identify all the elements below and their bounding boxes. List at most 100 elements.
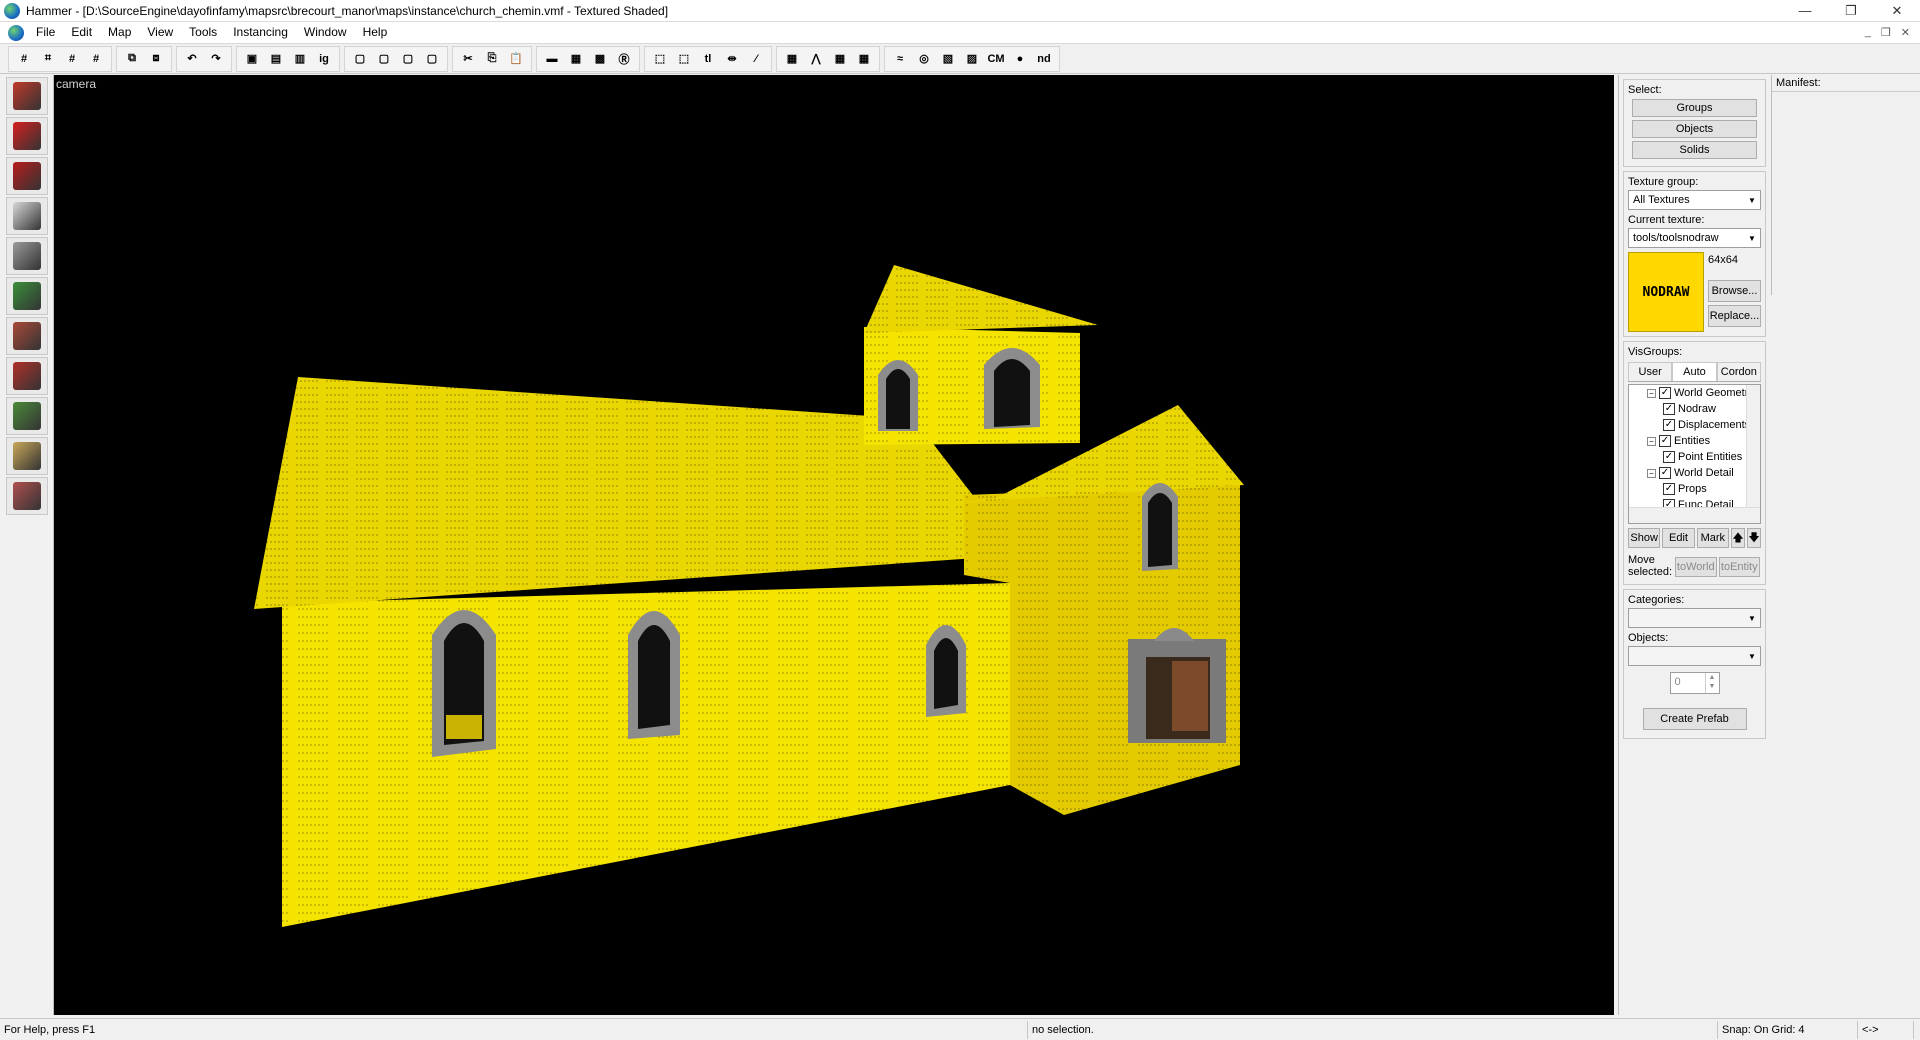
tab-cordon[interactable]: Cordon <box>1716 362 1761 381</box>
decal-tool[interactable] <box>6 357 48 395</box>
hide-selected-icon[interactable]: ▢ <box>349 48 371 70</box>
chevron-down-icon[interactable]: ▼ <box>1744 609 1760 627</box>
select-bounds-icon[interactable]: ⬚ <box>649 48 671 70</box>
visibility-checkbox[interactable]: ✓ <box>1659 467 1671 479</box>
prefab-count-spinner[interactable]: 0 ▲ ▼ <box>1669 672 1720 694</box>
document-icon[interactable] <box>8 24 24 41</box>
magnify-tool[interactable] <box>6 117 48 155</box>
move-down-icon[interactable]: 🡇 <box>1746 528 1761 548</box>
menu-edit[interactable]: Edit <box>63 22 100 43</box>
collapse-icon[interactable]: − <box>1647 388 1656 398</box>
current-texture-select[interactable]: tools/toolsnodraw ▼ <box>1628 228 1761 248</box>
grid-larger-icon[interactable]: # <box>85 48 107 70</box>
texture-application-tool[interactable] <box>6 277 48 315</box>
hollow-icon[interactable]: ▤ <box>265 48 287 70</box>
categories-select[interactable]: ▼ <box>1628 608 1761 628</box>
toggle-helpers-icon[interactable]: ▬ <box>541 48 563 70</box>
select-objects-button[interactable]: Objects <box>1632 120 1757 138</box>
visibility-checkbox[interactable]: ✓ <box>1663 419 1675 431</box>
copy-icon[interactable]: ⎘ <box>481 48 503 70</box>
toggle-models-icon[interactable]: ▩ <box>589 48 611 70</box>
tab-auto[interactable]: Auto <box>1672 362 1717 381</box>
select-solids-button[interactable]: Solids <box>1632 141 1757 159</box>
toggle-radius-icon[interactable]: Ⓡ <box>613 48 635 70</box>
menu-view[interactable]: View <box>139 22 181 43</box>
vertex-tool[interactable] <box>6 477 48 515</box>
redo-icon[interactable]: ↷ <box>205 48 227 70</box>
minimize-button[interactable]: — <box>1782 0 1828 22</box>
visgroup-tree-item[interactable]: − ✓ World Detail <box>1629 465 1760 481</box>
texture-lock-icon[interactable]: ▥ <box>289 48 311 70</box>
to-world-button[interactable]: toWorld <box>1675 557 1717 577</box>
grid-smaller-icon[interactable]: # <box>61 48 83 70</box>
restore-button[interactable]: ❐ <box>1828 0 1874 22</box>
spinner-arrows-icon[interactable]: ▲ ▼ <box>1704 673 1719 693</box>
visgroup-tree-item[interactable]: − ✓ World Geometry <box>1629 385 1760 401</box>
show-all-icon[interactable]: ▢ <box>397 48 419 70</box>
to-entity-button[interactable]: toEntity <box>1718 557 1760 577</box>
create-prefab-button[interactable]: Create Prefab <box>1642 708 1747 730</box>
menu-window[interactable]: Window <box>296 22 355 43</box>
entity-report-icon[interactable]: ▧ <box>937 48 959 70</box>
tab-user[interactable]: User <box>1628 362 1673 381</box>
visgroup-show-button[interactable]: Show <box>1628 528 1661 548</box>
visgroup-edit-button[interactable]: Edit <box>1662 528 1695 548</box>
texture-lock-tl-icon[interactable]: tl <box>697 48 719 70</box>
move-up-icon[interactable]: 🡅 <box>1730 528 1745 548</box>
group-icon[interactable]: ⧉ <box>121 48 143 70</box>
visibility-checkbox[interactable]: ✓ <box>1659 435 1671 447</box>
smooth-icon[interactable]: ≈ <box>889 48 911 70</box>
ignore-groups-icon[interactable]: ig <box>313 48 335 70</box>
clipping-tool[interactable] <box>6 437 48 475</box>
cut-icon[interactable]: ✂ <box>457 48 479 70</box>
tree-vertical-scrollbar[interactable] <box>1746 385 1760 509</box>
visgroup-tree-item[interactable]: ✓ Props <box>1629 481 1760 497</box>
menu-map[interactable]: Map <box>100 22 139 43</box>
visibility-checkbox[interactable]: ✓ <box>1663 483 1675 495</box>
select-groups-button[interactable]: Groups <box>1632 99 1757 117</box>
scale-lock-icon[interactable]: ⇹ <box>721 48 743 70</box>
camera-tool[interactable] <box>6 157 48 195</box>
nodraw-icon[interactable]: nd <box>1033 48 1055 70</box>
toggle-displacement-icon[interactable]: ▦ <box>781 48 803 70</box>
carve-icon[interactable]: ▣ <box>241 48 263 70</box>
browse-button[interactable]: Browse... <box>1708 280 1761 302</box>
menu-tools[interactable]: Tools <box>181 22 225 43</box>
doc-restore-button[interactable]: ❐ <box>1881 26 1891 39</box>
menu-file[interactable]: File <box>28 22 63 43</box>
overlay-tool[interactable] <box>6 397 48 435</box>
selection-tool[interactable] <box>6 77 48 115</box>
visibility-checkbox[interactable]: ✓ <box>1663 451 1675 463</box>
collapse-icon[interactable]: − <box>1647 436 1656 446</box>
doc-minimize-button[interactable]: _ <box>1865 26 1871 39</box>
check-problems-icon[interactable]: ▨ <box>961 48 983 70</box>
collapse-icon[interactable]: − <box>1647 468 1656 478</box>
ungroup-icon[interactable]: ⧈ <box>145 48 167 70</box>
compile-icon[interactable]: ◎ <box>913 48 935 70</box>
grid-icon[interactable]: # <box>13 48 35 70</box>
visgroup-tree-item[interactable]: ✓ Displacements <box>1629 417 1760 433</box>
objects-select[interactable]: ▼ <box>1628 646 1761 666</box>
vertex-edit-icon[interactable]: ⁄ <box>745 48 767 70</box>
chevron-down-icon[interactable]: ▼ <box>1744 191 1760 209</box>
entity-tool[interactable] <box>6 197 48 235</box>
grid-dot-icon[interactable]: ⌗ <box>37 48 59 70</box>
menu-instancing[interactable]: Instancing <box>225 22 296 43</box>
visibility-checkbox[interactable]: ✓ <box>1663 403 1675 415</box>
visgroup-tree-item[interactable]: ✓ Nodraw <box>1629 401 1760 417</box>
block-tool[interactable] <box>6 237 48 275</box>
hide-unselected-icon[interactable]: ▢ <box>373 48 395 70</box>
texture-group-select[interactable]: All Textures ▼ <box>1628 190 1761 210</box>
visgroup-tree[interactable]: − ✓ World Geometry ✓ Nodraw ✓ Displacements − ✓ E… <box>1628 384 1761 524</box>
edit-cordon-icon[interactable]: ▢ <box>421 48 443 70</box>
cubemap-icon[interactable]: CM <box>985 48 1007 70</box>
menu-help[interactable]: Help <box>355 22 396 43</box>
tree-horizontal-scrollbar[interactable] <box>1629 507 1760 523</box>
close-button[interactable]: ✕ <box>1874 0 1920 22</box>
replace-button[interactable]: Replace... <box>1708 305 1761 327</box>
visgroup-mark-button[interactable]: Mark <box>1696 528 1729 548</box>
select-by-handles-icon[interactable]: ⬚ <box>673 48 695 70</box>
toggle-hint-icon[interactable]: ▦ <box>853 48 875 70</box>
undo-icon[interactable]: ↶ <box>181 48 203 70</box>
visibility-checkbox[interactable]: ✓ <box>1659 387 1671 399</box>
